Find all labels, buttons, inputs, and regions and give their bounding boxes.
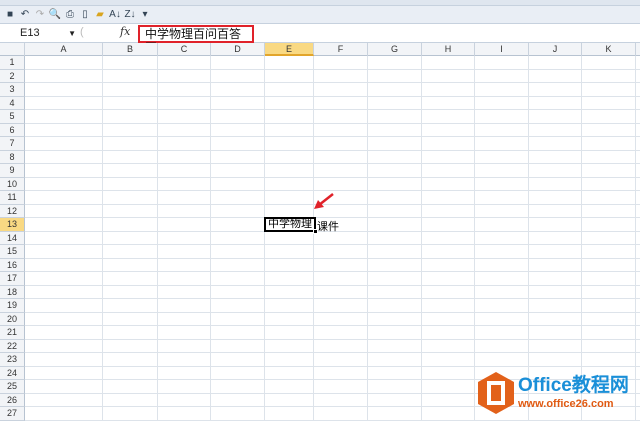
sort-descending-icon[interactable]: Z↓ (124, 9, 136, 21)
row-header-8[interactable]: 8 (0, 150, 25, 164)
row-header-11[interactable]: 11 (0, 191, 25, 205)
gridline (421, 56, 422, 420)
watermark-url: www.office26.com (518, 398, 614, 410)
gridline (25, 68, 640, 70)
cell-overflow-text: 课件 (317, 221, 339, 233)
insert-function-button[interactable]: fx (120, 25, 130, 38)
row-header-4[interactable]: 4 (0, 96, 25, 110)
gridline (25, 298, 640, 299)
row-header-3[interactable]: 3 (0, 83, 25, 97)
row-header-15[interactable]: 15 (0, 245, 25, 259)
gridline (25, 352, 640, 353)
gridline (157, 56, 158, 420)
customize-icon[interactable]: ▾ (139, 9, 151, 21)
gridline (25, 244, 640, 245)
gridline (313, 56, 314, 420)
gridline (367, 56, 368, 420)
gridline (25, 271, 640, 272)
gridline (25, 325, 640, 326)
gridline (474, 56, 475, 420)
gridline (210, 56, 211, 420)
gridline (25, 149, 640, 151)
row-header-7[interactable]: 7 (0, 137, 25, 151)
column-header-J[interactable]: J (529, 43, 582, 56)
chevron-down-icon[interactable]: ▼ (68, 26, 76, 41)
column-header-I[interactable]: I (475, 43, 529, 56)
undo-icon[interactable]: ↶ (19, 9, 31, 21)
column-header-E[interactable]: E (265, 43, 314, 56)
row-header-9[interactable]: 9 (0, 164, 25, 178)
gridline (264, 56, 265, 420)
watermark-brand: Office教程网 (518, 375, 629, 396)
gridline (25, 365, 640, 367)
row-header-23[interactable]: 23 (0, 353, 25, 367)
sort-ascending-icon[interactable]: A↓ (109, 9, 121, 21)
gridline (25, 284, 640, 286)
red-arrow-icon (314, 193, 334, 209)
column-header-C[interactable]: C (158, 43, 211, 56)
gridline (25, 122, 640, 124)
row-header-13[interactable]: 13 (0, 218, 25, 232)
cancel-icon[interactable]: ( (80, 26, 92, 40)
name-box-value: E13 (20, 27, 40, 39)
print-icon[interactable]: ⎙ (64, 9, 76, 21)
gridline (25, 338, 640, 340)
row-header-19[interactable]: 19 (0, 299, 25, 313)
column-header-F[interactable]: F (314, 43, 368, 56)
active-cell[interactable]: 中学物理 (264, 217, 316, 232)
gridline (635, 56, 636, 420)
row-header-14[interactable]: 14 (0, 231, 25, 245)
row-header-18[interactable]: 18 (0, 285, 25, 299)
row-header-26[interactable]: 26 (0, 393, 25, 407)
column-header-G[interactable]: G (368, 43, 422, 56)
row-header-2[interactable]: 2 (0, 69, 25, 83)
gridline (528, 56, 529, 420)
print-preview-icon[interactable]: 🔍 (49, 9, 61, 21)
row-header-20[interactable]: 20 (0, 312, 25, 326)
open-icon[interactable]: ▰ (94, 9, 106, 21)
column-header-D[interactable]: D (211, 43, 265, 56)
save-icon[interactable]: ■ (4, 9, 16, 21)
gridline (25, 95, 640, 97)
row-header-17[interactable]: 17 (0, 272, 25, 286)
gridline (581, 56, 582, 420)
row-header-22[interactable]: 22 (0, 339, 25, 353)
gridline (25, 257, 640, 259)
row-header-5[interactable]: 5 (0, 110, 25, 124)
gridline (25, 136, 640, 137)
redo-icon[interactable]: ↷ (34, 9, 46, 21)
row-header-10[interactable]: 10 (0, 177, 25, 191)
quick-access-toolbar: ■ ↶ ↷ 🔍 ⎙ ▯ ▰ A↓ Z↓ ▾ (0, 6, 640, 23)
column-header-B[interactable]: B (103, 43, 158, 56)
office-logo-icon (478, 372, 514, 414)
gridline (25, 109, 640, 110)
gridline (25, 163, 640, 164)
row-header-21[interactable]: 21 (0, 326, 25, 340)
new-icon[interactable]: ▯ (79, 9, 91, 21)
column-header-H[interactable]: H (422, 43, 475, 56)
gridline (25, 311, 640, 313)
row-header-25[interactable]: 25 (0, 380, 25, 394)
formula-input[interactable]: 中学物理百问百答网 (138, 25, 254, 55)
column-headers: ABCDEFGHIJK (0, 43, 640, 56)
row-header-12[interactable]: 12 (0, 204, 25, 218)
column-header-K[interactable]: K (582, 43, 636, 56)
gridline (25, 176, 640, 178)
worksheet-grid[interactable]: 1 2 3 4 5 6 7 8 9 10 11 12 13 14 15 16 17 18 19 20 21 22 23 24 2… (0, 56, 640, 421)
row-header-24[interactable]: 24 (0, 366, 25, 380)
select-all-corner[interactable] (0, 43, 25, 56)
row-header-27[interactable]: 27 (0, 407, 25, 421)
row-header-1[interactable]: 1 (0, 56, 25, 70)
gridline (25, 190, 640, 191)
formula-bar: E13 ▼ ( fx 中学物理百问百答网 (0, 23, 640, 55)
row-header-6[interactable]: 6 (0, 123, 25, 137)
row-header-16[interactable]: 16 (0, 258, 25, 272)
name-box[interactable]: E13 ▼ (2, 26, 78, 41)
gridline (25, 82, 640, 83)
gridline (102, 56, 103, 420)
column-header-A[interactable]: A (25, 43, 103, 56)
